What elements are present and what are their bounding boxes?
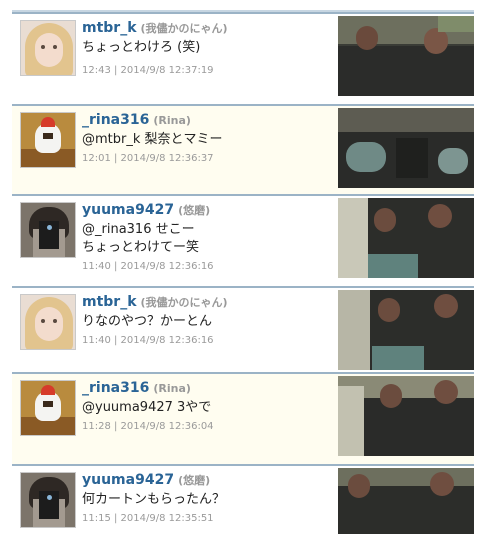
tweet-item: yuuma9427 (悠磨) 何カートンもらったん？ 11:15 | 2014/9… — [12, 464, 474, 534]
phone-selfie-avatar[interactable] — [20, 202, 76, 258]
attached-photo[interactable] — [338, 108, 474, 188]
screen-name-link[interactable]: mtbr_k — [82, 294, 137, 310]
screen-name-link[interactable]: _rina316 — [82, 380, 149, 396]
blonde-girl-avatar[interactable] — [20, 20, 76, 76]
tweet-text: @_rina316 せこー ちょっとわけてー笑 — [82, 222, 200, 255]
tweet-feed: mtbr_k (我儘かのにゃん) ちょっとわけろ (笑) 12:43 | 2014… — [0, 0, 480, 534]
tweet-timestamp[interactable]: 12:01 | 2014/9/8 12:36:37 — [82, 152, 214, 165]
tweet-text: @yuuma9427 3やで — [82, 400, 212, 415]
cartoon-avatar[interactable] — [20, 380, 76, 436]
tweet-text: @mtbr_k 梨奈とマミー — [82, 132, 223, 147]
tweet-timestamp[interactable]: 11:15 | 2014/9/8 12:35:51 — [82, 512, 214, 525]
tweet-text: ちょっとわけろ (笑) — [82, 40, 201, 55]
display-name: (我儘かのにゃん) — [140, 296, 228, 309]
display-name: (我儘かのにゃん) — [140, 22, 228, 35]
phone-selfie-avatar[interactable] — [20, 472, 76, 528]
tweet-text: 何カートンもらったん？ — [82, 492, 226, 507]
tweet-item: yuuma9427 (悠磨) @_rina316 せこー ちょっとわけてー笑 11… — [12, 194, 474, 286]
tweet-item: mtbr_k (我儘かのにゃん) りなのやつ？かーとん 11:40 | 2014/… — [12, 286, 474, 372]
screen-name-link[interactable]: yuuma9427 — [82, 202, 174, 218]
screen-name-link[interactable]: yuuma9427 — [82, 472, 174, 488]
display-name: (悠磨) — [178, 474, 211, 487]
attached-photo[interactable] — [338, 198, 474, 278]
tweet-timestamp[interactable]: 11:40 | 2014/9/8 12:36:16 — [82, 260, 214, 273]
display-name: (悠磨) — [178, 204, 211, 217]
display-name: (Rina) — [153, 114, 191, 127]
tweet-timestamp[interactable]: 12:43 | 2014/9/8 12:37:19 — [82, 64, 214, 77]
display-name: (Rina) — [153, 382, 191, 395]
screen-name-link[interactable]: mtbr_k — [82, 20, 137, 36]
name-line: mtbr_k (我儘かのにゃん) — [82, 19, 228, 38]
name-line: _rina316 (Rina) — [82, 379, 191, 398]
tweet-item: _rina316 (Rina) @mtbr_k 梨奈とマミー 12:01 | 20… — [12, 104, 474, 194]
tweet-text: りなのやつ？かーとん — [82, 314, 213, 329]
blonde-girl-avatar[interactable] — [20, 294, 76, 350]
name-line: mtbr_k (我儘かのにゃん) — [82, 293, 228, 312]
name-line: _rina316 (Rina) — [82, 111, 191, 130]
attached-photo[interactable] — [338, 376, 474, 456]
attached-photo[interactable] — [338, 16, 474, 96]
attached-photo[interactable] — [338, 290, 474, 370]
tweet-item: mtbr_k (我儘かのにゃん) ちょっとわけろ (笑) 12:43 | 2014… — [12, 12, 474, 104]
screen-name-link[interactable]: _rina316 — [82, 112, 149, 128]
name-line: yuuma9427 (悠磨) — [82, 471, 210, 490]
tweet-timestamp[interactable]: 11:40 | 2014/9/8 12:36:16 — [82, 334, 214, 347]
cartoon-avatar[interactable] — [20, 112, 76, 168]
tweet-item: _rina316 (Rina) @yuuma9427 3やで 11:28 | 20… — [12, 372, 474, 464]
tweet-timestamp[interactable]: 11:28 | 2014/9/8 12:36:04 — [82, 420, 214, 433]
name-line: yuuma9427 (悠磨) — [82, 201, 210, 220]
attached-photo[interactable] — [338, 468, 474, 534]
